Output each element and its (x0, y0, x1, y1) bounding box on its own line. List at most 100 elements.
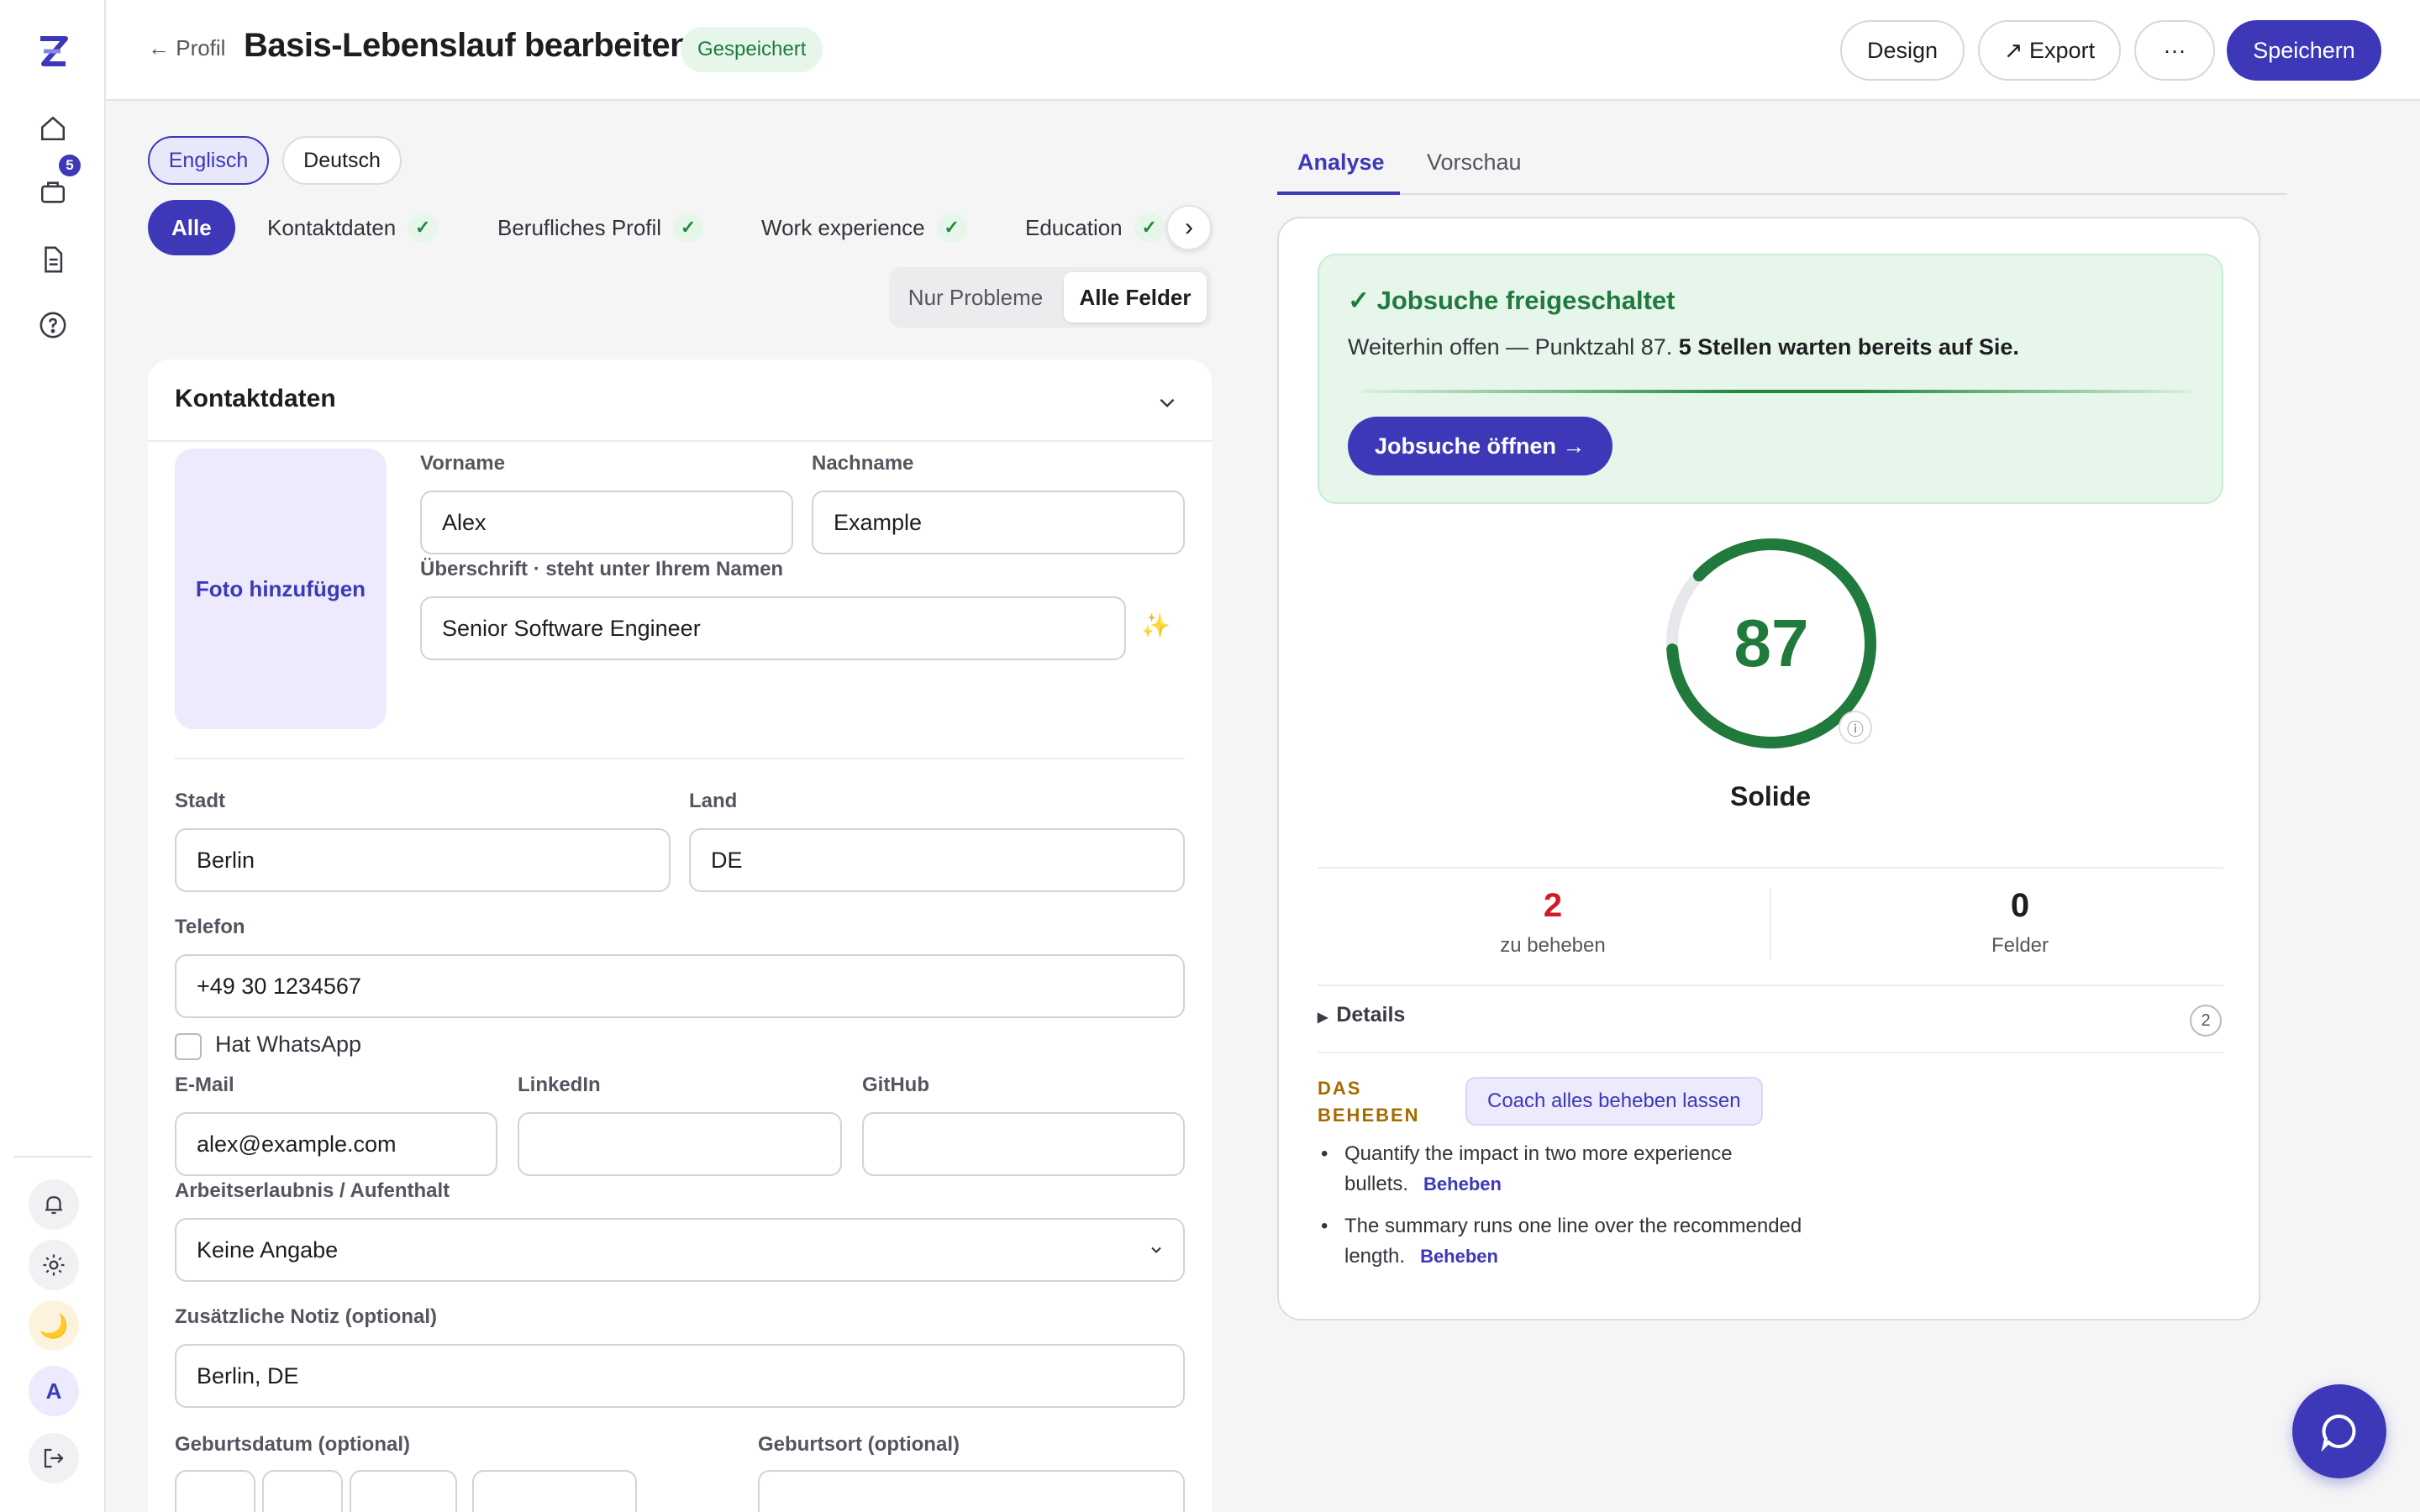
headline-field[interactable]: Senior Software Engineer (420, 596, 1126, 660)
save-button[interactable]: Speichern (2227, 20, 2381, 81)
page-title: Basis-Lebenslauf bearbeiten (244, 27, 691, 64)
language-german-pill[interactable]: Deutsch (282, 136, 402, 185)
fix-list: Quantify the impact in two more experien… (1321, 1139, 1815, 1284)
work-permit-label: Arbeitserlaubnis / Aufenthalt (175, 1179, 450, 1202)
fields-label: Felder (1991, 934, 2049, 957)
first-name-field[interactable]: Alex (420, 491, 793, 554)
whatsapp-label: Hat WhatsApp (215, 1032, 362, 1057)
chevron-down-icon[interactable] (1156, 391, 1178, 413)
list-item: The summary runs one line over the recom… (1321, 1211, 1815, 1272)
contact-section-header[interactable]: Kontaktdaten (148, 360, 1212, 442)
birthplace-field[interactable] (758, 1470, 1185, 1512)
email-label: E-Mail (175, 1074, 234, 1096)
banner-text: Weiterhin offen — Punktzahl 87. 5 Stelle… (1348, 334, 2019, 360)
field-filter-toggle: Nur Probleme Alle Felder (889, 267, 1212, 328)
birthdate-year-field[interactable] (350, 1470, 457, 1512)
saved-status-badge: Gespeichert (681, 27, 823, 72)
rail-divider (13, 1156, 92, 1158)
chat-button[interactable] (2292, 1384, 2386, 1478)
score-rating-label: Solide (1729, 781, 1811, 811)
bell-icon[interactable] (29, 1179, 79, 1230)
more-options-button[interactable]: ··· (2134, 20, 2215, 81)
section-tab-work-experience[interactable]: Work experience ✓ (761, 200, 967, 255)
job-search-unlocked-banner: ✓ Jobsuche freigeschaltet Weiterhin offe… (1318, 254, 2223, 504)
whatsapp-checkbox[interactable] (175, 1033, 202, 1060)
list-item: Quantify the impact in two more experien… (1321, 1139, 1815, 1200)
avatar[interactable]: A (29, 1366, 79, 1416)
email-field[interactable]: alex@example.com (175, 1112, 497, 1176)
section-tab-label: Education (1025, 214, 1123, 240)
section-tab-contact[interactable]: Kontaktdaten ✓ (267, 200, 439, 255)
filter-all-fields[interactable]: Alle Felder (1064, 272, 1207, 323)
linkedin-field[interactable] (518, 1112, 842, 1176)
birthdate-month-field[interactable] (262, 1470, 343, 1512)
last-name-field[interactable]: Example (812, 491, 1185, 554)
country-field[interactable]: DE (689, 828, 1185, 892)
birthdate-label: Geburtsdatum (optional) (175, 1433, 410, 1456)
fix-item-action-link[interactable]: Beheben (1423, 1173, 1502, 1194)
gear-icon[interactable] (29, 1240, 79, 1290)
note-field[interactable]: Berlin, DE (175, 1344, 1185, 1408)
ai-sparkle-icon[interactable]: ✨ (1141, 612, 1171, 639)
contact-section-title: Kontaktdaten (175, 385, 336, 412)
details-count-badge: 2 (2190, 1005, 2222, 1037)
github-field[interactable] (862, 1112, 1185, 1176)
tabs-baseline (1277, 193, 2287, 195)
help-icon[interactable] (30, 302, 76, 348)
section-tab-all[interactable]: Alle (148, 200, 235, 255)
back-to-profile-link[interactable]: ← Profil (148, 35, 225, 61)
fix-item-text: The summary runs one line over the recom… (1344, 1215, 1802, 1268)
tab-preview[interactable]: Vorschau (1427, 150, 1522, 176)
language-english-pill[interactable]: Englisch (148, 136, 269, 185)
section-tab-label: Kontaktdaten (267, 214, 397, 240)
filter-problems-only[interactable]: Nur Probleme (894, 272, 1057, 323)
details-toggle[interactable]: ▶ Details (1318, 1003, 1405, 1027)
open-job-search-button[interactable]: Jobsuche öffnen → (1348, 417, 1612, 475)
design-button[interactable]: Design (1840, 20, 1965, 81)
active-tab-indicator (1277, 192, 1400, 195)
info-icon[interactable]: ⓘ (1839, 711, 1872, 744)
jobs-count-badge: 5 (59, 155, 81, 176)
fix-item-text: Quantify the impact in two more experien… (1344, 1142, 1733, 1195)
nav-rail: 5 🌙 A (0, 0, 106, 1512)
check-icon: ✓ (673, 213, 704, 243)
phone-label: Telefon (175, 916, 245, 938)
phone-field[interactable]: +49 30 1234567 (175, 954, 1185, 1018)
banner-decoration-line (1361, 390, 2193, 393)
stats-bottom-divider (1318, 984, 2223, 986)
add-photo-button[interactable]: Foto hinzufügen (175, 449, 387, 729)
work-permit-value: Keine Angabe (197, 1236, 339, 1263)
headline-label: Überschrift · steht unter Ihrem Namen (420, 558, 784, 580)
logout-icon[interactable] (29, 1433, 79, 1483)
check-icon: ✓ (408, 213, 439, 243)
document-icon[interactable] (30, 237, 76, 282)
fix-item-action-link[interactable]: Beheben (1420, 1246, 1498, 1267)
tabs-scroll-right-button[interactable]: › (1166, 205, 1212, 250)
note-label: Zusätzliche Notiz (optional) (175, 1305, 437, 1328)
github-label: GitHub (862, 1074, 929, 1096)
section-tab-profile[interactable]: Berufliches Profil ✓ (497, 200, 704, 255)
moon-icon[interactable]: 🌙 (29, 1300, 79, 1351)
triangle-right-icon: ▶ (1318, 1011, 1328, 1025)
stats-divider (1770, 889, 1771, 959)
chat-bubble-icon (2321, 1414, 2356, 1452)
linkedin-label: LinkedIn (518, 1074, 601, 1096)
chevron-down-icon (1148, 1242, 1165, 1258)
work-permit-select[interactable]: Keine Angabe (175, 1218, 1185, 1282)
coach-fix-all-button[interactable]: Coach alles beheben lassen (1465, 1077, 1763, 1126)
banner-title: ✓ Jobsuche freigeschaltet (1348, 286, 1676, 315)
fields-count: 0 (2010, 887, 2030, 924)
tab-analysis[interactable]: Analyse (1297, 150, 1385, 176)
banner-text-bold: 5 Stellen warten bereits auf Sie. (1678, 334, 2019, 360)
section-tab-label: Berufliches Profil (497, 214, 662, 240)
birthdate-day-field[interactable] (175, 1470, 255, 1512)
app-logo[interactable] (30, 29, 76, 74)
birthdate-extra-field[interactable] (472, 1470, 637, 1512)
home-icon[interactable] (30, 106, 76, 151)
section-tab-education[interactable]: Education ✓ (1025, 200, 1165, 255)
check-icon: ✓ (1134, 213, 1165, 243)
city-field[interactable]: Berlin (175, 828, 671, 892)
export-button[interactable]: ↗ Export (1978, 20, 2121, 81)
briefcase-icon[interactable] (30, 170, 76, 215)
birthplace-label: Geburtsort (optional) (758, 1433, 960, 1456)
